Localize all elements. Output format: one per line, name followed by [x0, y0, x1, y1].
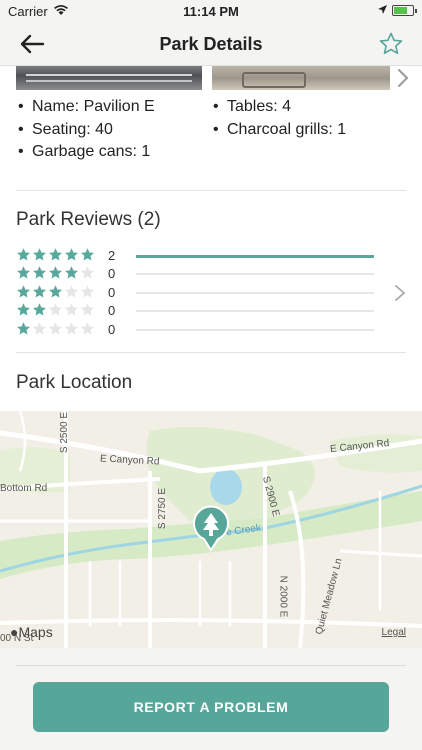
- star-empty-icon: [33, 321, 46, 335]
- detail-seating: Seating: 40: [16, 119, 211, 142]
- review-bar: [136, 310, 374, 313]
- page-title: Park Details: [159, 34, 263, 54]
- location-arrow-icon: [378, 5, 387, 14]
- detail-charcoal-grills: Charcoal grills: 1: [211, 119, 406, 142]
- review-row: 0: [16, 320, 376, 338]
- star-rating: [16, 321, 96, 337]
- review-count: 0: [108, 266, 116, 282]
- park-marker-icon[interactable]: [192, 505, 230, 551]
- detail-garbage-cans: Garbage cans: 1: [16, 141, 211, 164]
- status-bar: Carrier 11:14 PM: [0, 0, 422, 22]
- star-filled-icon: [33, 248, 46, 261]
- reviews-title: Park Reviews (2): [16, 209, 161, 230]
- review-row: 2: [16, 246, 376, 264]
- park-map[interactable]: E Canyon Rd E Canyon Rd Bottom Rd S 2750…: [0, 411, 422, 648]
- review-bar: [136, 273, 374, 276]
- star-empty-icon: [81, 285, 94, 298]
- review-row: 0: [16, 301, 376, 319]
- legal-link[interactable]: Legal: [382, 627, 406, 638]
- review-bar: [136, 254, 374, 258]
- map-road-label: S 2500 E: [59, 411, 71, 454]
- location-title: Park Location: [16, 372, 133, 393]
- star-filled-icon: [17, 321, 30, 335]
- star-rating: [16, 302, 96, 318]
- maps-logo: ●Maps: [10, 624, 53, 640]
- star-filled-icon: [81, 248, 94, 261]
- review-count: 0: [108, 303, 116, 319]
- pavilion-details: Name: Pavilion E Seating: 40 Garbage can…: [16, 96, 406, 176]
- star-filled-icon: [49, 248, 62, 261]
- review-row: 0: [16, 283, 376, 301]
- review-count: 0: [108, 284, 116, 300]
- star-filled-icon: [65, 266, 78, 279]
- star-filled-icon: [65, 248, 78, 261]
- detail-name: Name: Pavilion E: [16, 96, 211, 119]
- divider: [16, 352, 406, 353]
- star-empty-icon: [49, 321, 62, 335]
- review-bar: [136, 291, 374, 294]
- chevron-right-icon[interactable]: [394, 284, 406, 302]
- photo-carousel[interactable]: [0, 66, 422, 90]
- divider: [16, 190, 406, 191]
- chevron-right-icon[interactable]: [396, 68, 410, 88]
- star-rating: [16, 247, 96, 263]
- star-filled-icon: [17, 285, 30, 298]
- navigation-bar: Park Details: [0, 22, 422, 66]
- map-road-label: S 2750 E: [157, 487, 169, 530]
- review-count: 2: [108, 248, 116, 263]
- star-empty-icon: [49, 303, 62, 316]
- maps-brand-label: Maps: [18, 624, 53, 640]
- star-filled-icon: [17, 303, 30, 316]
- star-empty-icon: [65, 303, 78, 316]
- pavilion-photo[interactable]: [212, 66, 390, 90]
- review-bar: [136, 328, 374, 331]
- star-filled-icon: [33, 285, 46, 298]
- star-rating: [16, 265, 96, 281]
- star-filled-icon: [49, 285, 62, 298]
- favorite-star-icon[interactable]: [378, 31, 404, 57]
- pavilion-photo[interactable]: [16, 66, 202, 90]
- clock: 11:14 PM: [183, 4, 239, 19]
- star-filled-icon: [17, 248, 30, 261]
- star-filled-icon: [33, 303, 46, 316]
- reviews-summary[interactable]: 2 0 0 0 0: [16, 246, 406, 338]
- star-empty-icon: [81, 266, 94, 279]
- review-bar-fill: [136, 254, 374, 258]
- divider: [16, 665, 406, 666]
- review-count: 0: [108, 321, 116, 337]
- star-rating: [16, 284, 96, 300]
- review-row: 0: [16, 264, 376, 282]
- star-filled-icon: [33, 266, 46, 279]
- report-problem-button[interactable]: REPORT A PROBLEM: [33, 682, 389, 732]
- battery-icon: [392, 5, 417, 16]
- detail-tables: Tables: 4: [211, 96, 406, 119]
- star-filled-icon: [17, 266, 30, 279]
- star-empty-icon: [65, 285, 78, 298]
- map-road-label: Bottom Rd: [0, 483, 48, 494]
- map-road-label: N 2000 E: [277, 575, 289, 618]
- star-empty-icon: [81, 321, 94, 335]
- star-empty-icon: [65, 321, 78, 335]
- star-filled-icon: [49, 266, 62, 279]
- star-empty-icon: [81, 303, 94, 316]
